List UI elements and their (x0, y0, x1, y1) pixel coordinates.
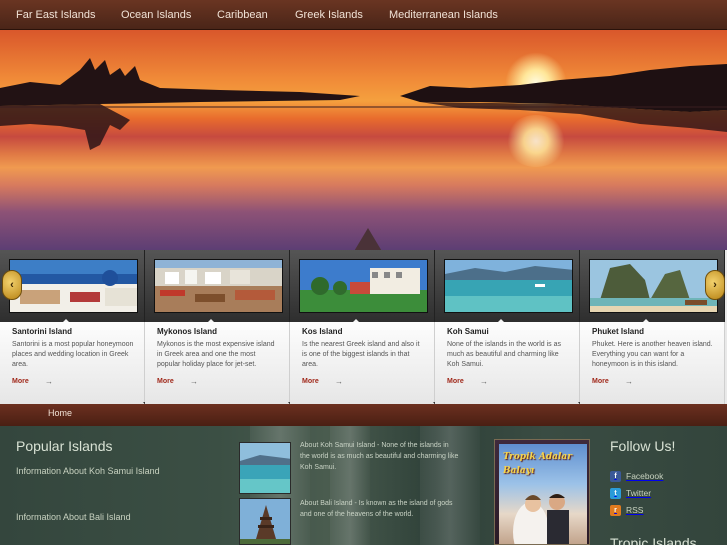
kos-thumbnail (299, 259, 428, 313)
phuket-thumbnail (589, 259, 718, 313)
koh-samui-blurb: About Koh Samui Island - None of the isl… (300, 442, 459, 471)
popular-islands-title: Popular Islands (16, 438, 113, 454)
carousel-card-kos[interactable]: Kos Island Is the nearest Greek island a… (290, 250, 441, 407)
card-title: Mykonos Island (157, 327, 218, 336)
bali-mini-thumbnail[interactable] (239, 498, 291, 545)
card-description: Phuket. Here is another heaven island. E… (592, 341, 713, 368)
follow-rss-link[interactable]: r RSS (610, 504, 643, 516)
santorini-thumbnail (9, 259, 138, 313)
carousel-card-phuket[interactable]: Phuket Island Phuket. Here is another he… (580, 250, 725, 405)
carousel-card-koh-samui[interactable]: Koh Samui None of the islands in the wor… (435, 250, 586, 407)
card-title: Santorini Island (12, 327, 73, 336)
top-navigation: Far East Islands Ocean Islands Caribbean… (0, 0, 727, 30)
chevron-right-icon: › (713, 279, 717, 291)
hero-banner-image (0, 30, 727, 252)
carousel-prev-button[interactable]: ‹ (2, 270, 22, 300)
nav-caribbean[interactable]: Caribbean (217, 9, 268, 21)
island-carousel: Santorini Island Santorini is a most pop… (0, 250, 727, 407)
follow-us-title: Follow Us! (610, 438, 676, 454)
mykonos-thumbnail (154, 259, 283, 313)
arrow-right-icon[interactable]: → (45, 377, 53, 386)
nav-greek-islands[interactable]: Greek Islands (295, 9, 363, 21)
rss-icon: r (610, 504, 621, 516)
couple-illustration (513, 494, 569, 544)
card-description: Mykonos is the most expensive island in … (157, 341, 275, 368)
more-link[interactable]: More (592, 378, 609, 385)
link-koh-samui-info[interactable]: Information About Koh Samui Island (16, 466, 160, 476)
breadcrumb-home[interactable]: Home (48, 408, 72, 418)
chevron-left-icon: ‹ (10, 279, 14, 291)
twitter-icon: t (610, 487, 621, 499)
arrow-right-icon[interactable]: → (335, 377, 343, 386)
more-link[interactable]: More (302, 378, 319, 385)
tropic-islands-title: Tropic Islands (610, 535, 697, 545)
more-link[interactable]: More (12, 378, 29, 385)
arrow-right-icon[interactable]: → (625, 377, 633, 386)
card-description: Is the nearest Greek island and also it … (302, 341, 420, 368)
carousel-next-button[interactable]: › (705, 270, 725, 300)
carousel-card-mykonos[interactable]: Mykonos Island Mykonos is the most expen… (145, 250, 296, 407)
card-title: Koh Samui (447, 327, 489, 336)
koh-samui-mini-thumbnail[interactable] (239, 442, 291, 494)
follow-facebook-link[interactable]: f Facebook (610, 470, 663, 482)
more-link[interactable]: More (447, 378, 464, 385)
more-link[interactable]: More (157, 378, 174, 385)
arrow-right-icon[interactable]: → (190, 377, 198, 386)
card-description: None of the islands in the world is as m… (447, 341, 562, 368)
honeymoon-poster[interactable]: Tropik Adalar Balayı (494, 439, 590, 545)
follow-twitter-link[interactable]: t Twitter (610, 487, 651, 499)
link-bali-info[interactable]: Information About Bali Island (16, 512, 131, 522)
boat-prow-graphic (350, 228, 386, 252)
card-title: Phuket Island (592, 327, 645, 336)
breadcrumb: Home (0, 404, 727, 426)
nav-far-east-islands[interactable]: Far East Islands (16, 9, 95, 21)
nav-ocean-islands[interactable]: Ocean Islands (121, 9, 191, 21)
card-description: Santorini is a most popular honeymoon pl… (12, 341, 134, 368)
nav-mediterranean-islands[interactable]: Mediterranean Islands (389, 9, 498, 21)
koh-samui-thumbnail (444, 259, 573, 313)
carousel-card-santorini[interactable]: Santorini Island Santorini is a most pop… (0, 250, 151, 407)
bali-blurb: About Bali Island - Is known as the isla… (300, 500, 453, 518)
arrow-right-icon[interactable]: → (480, 377, 488, 386)
facebook-icon: f (610, 470, 621, 482)
card-title: Kos Island (302, 327, 343, 336)
landscape-silhouette (0, 58, 727, 150)
